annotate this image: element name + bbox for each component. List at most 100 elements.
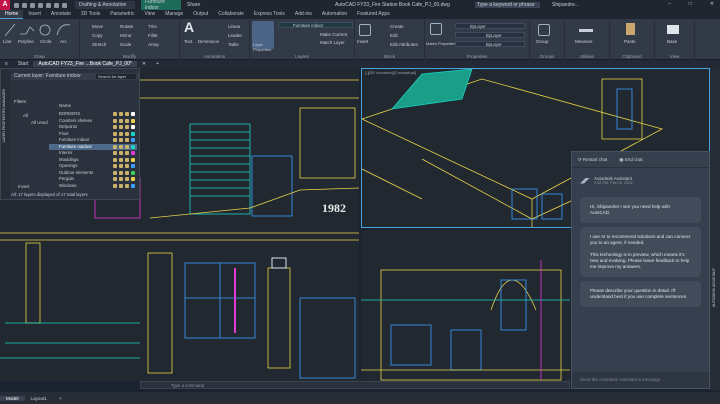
- layer-row[interactable]: Openings: [49, 163, 137, 169]
- open-icon[interactable]: [22, 2, 27, 8]
- measure-icon[interactable]: [579, 29, 593, 32]
- edit-attributes-tool[interactable]: Edit Attributes: [390, 42, 418, 47]
- insert-block-icon[interactable]: [359, 24, 371, 36]
- invert-filter-checkbox[interactable]: Invert: [18, 184, 29, 189]
- undo-icon[interactable]: [54, 2, 59, 8]
- layer-row[interactable]: Windows: [49, 183, 137, 189]
- stretch-tool[interactable]: Stretch: [92, 42, 106, 47]
- layers-panel-title[interactable]: Layers: [250, 54, 354, 59]
- circle-tool[interactable]: Circle: [40, 39, 52, 44]
- layer-row[interactable]: Defpoints: [49, 124, 137, 130]
- layer-state-icons[interactable]: [113, 177, 135, 181]
- model-tab[interactable]: Model: [0, 395, 25, 401]
- group-tool[interactable]: Group: [536, 39, 549, 44]
- ribbon-tab-3d-tools[interactable]: 3D Tools: [76, 10, 105, 19]
- layer-state-icons[interactable]: [113, 164, 135, 168]
- menu-icon[interactable]: ≡: [0, 61, 13, 67]
- view-panel-title[interactable]: View: [655, 54, 694, 59]
- draw-tools-icons[interactable]: [0, 19, 80, 49]
- layer-row[interactable]: Outdoor elements: [49, 170, 137, 176]
- ribbon-tab-automation[interactable]: Automation: [317, 10, 352, 19]
- start-tab[interactable]: Start: [13, 61, 34, 67]
- match-properties-icon[interactable]: [430, 23, 442, 35]
- modify-panel-title[interactable]: Modify: [80, 54, 179, 59]
- ribbon-tab-home[interactable]: Home: [0, 10, 24, 19]
- drawing-tab[interactable]: AutoCAD FY23_Fire ...Book Cafe_PJ_00*: [33, 61, 137, 67]
- user-account[interactable]: Shipandre...: [552, 2, 579, 8]
- save-icon[interactable]: [30, 2, 35, 8]
- save-as-icon[interactable]: [38, 2, 43, 8]
- close-icon[interactable]: ✕: [710, 1, 714, 7]
- linear-tool[interactable]: Linear: [228, 24, 241, 29]
- clipboard-panel-title[interactable]: Clipboard: [610, 54, 654, 59]
- ribbon-tab-add-ins[interactable]: Add-ins: [290, 10, 317, 19]
- layer-state-icons[interactable]: [113, 183, 135, 188]
- text-tool[interactable]: Text: [184, 39, 192, 44]
- share-button[interactable]: Share: [187, 2, 200, 8]
- autocad-logo[interactable]: A: [0, 0, 10, 10]
- dimension-tool[interactable]: Dimension: [198, 39, 219, 44]
- layout1-tab[interactable]: Layout1: [25, 396, 53, 401]
- layer-row[interactable]: Mouldings: [49, 157, 137, 163]
- polyline-tool[interactable]: Polyline: [18, 39, 34, 44]
- table-tool[interactable]: Table: [228, 42, 239, 47]
- measure-tool[interactable]: Measure: [575, 39, 593, 44]
- mirror-tool[interactable]: Mirror: [120, 33, 132, 38]
- lineweight-dropdown[interactable]: ByLayer: [455, 41, 525, 47]
- command-line-input[interactable]: Type a command: [140, 381, 570, 389]
- ribbon-tab-annotate[interactable]: Annotate: [46, 10, 76, 19]
- fillet-tool[interactable]: Fillet: [148, 33, 158, 38]
- match-properties-tool[interactable]: Match Properties: [426, 41, 456, 46]
- ribbon-tab-collaborate[interactable]: Collaborate: [213, 10, 249, 19]
- layer-row[interactable]: Pergola: [49, 176, 137, 182]
- groups-panel-title[interactable]: Groups: [530, 54, 564, 59]
- name-column-header[interactable]: Name: [59, 103, 71, 108]
- layer-row[interactable]: Furniture outdoor: [49, 143, 137, 150]
- ribbon-tab-output[interactable]: Output: [188, 10, 213, 19]
- filter-all[interactable]: All: [23, 113, 28, 118]
- restart-chat-button[interactable]: ⟳ Restart chat: [578, 157, 607, 163]
- match-layer-tool[interactable]: Match Layer: [320, 40, 345, 45]
- layer-state-icons[interactable]: [113, 112, 135, 116]
- end-chat-button[interactable]: ▣ End chat: [619, 157, 642, 163]
- utilities-panel-title[interactable]: Utilities: [565, 54, 609, 59]
- layer-properties-button[interactable]: Layer Properties: [252, 21, 274, 52]
- layer-state-icons[interactable]: [113, 125, 135, 129]
- chat-message-input[interactable]: Send the Autodesk Assistant a message: [572, 372, 709, 388]
- ribbon-tab-manage[interactable]: Manage: [160, 10, 188, 19]
- layer-row[interactable]: Floor: [49, 131, 137, 137]
- viewport-label[interactable]: [-][SE Isometric][Conceptual]: [365, 70, 416, 75]
- trim-tool[interactable]: Trim: [148, 24, 157, 29]
- new-icon[interactable]: [14, 2, 19, 8]
- make-current-tool[interactable]: Make Current: [320, 32, 347, 37]
- filter-all-used[interactable]: All Used: [31, 120, 48, 125]
- base-tool[interactable]: Base: [667, 39, 677, 44]
- ribbon-tab-insert[interactable]: Insert: [23, 10, 46, 19]
- paste-tool[interactable]: Paste: [624, 39, 636, 44]
- assistant-side-label[interactable]: AUTODESK ASSISTANT: [712, 268, 716, 307]
- layer-state-icons[interactable]: [113, 151, 135, 155]
- layer-state-icons[interactable]: [113, 138, 135, 142]
- copy-tool[interactable]: Copy: [92, 33, 103, 38]
- layer-state-icons[interactable]: [113, 131, 135, 136]
- edit-block-tool[interactable]: Edit: [390, 33, 398, 38]
- layer-state-icons[interactable]: [113, 144, 135, 149]
- ribbon-tab-express-tools[interactable]: Express Tools: [249, 10, 290, 19]
- properties-panel-title[interactable]: Properties: [425, 54, 529, 59]
- rotate-tool[interactable]: Rotate: [120, 24, 133, 29]
- move-tool[interactable]: Move: [92, 24, 103, 29]
- redo-icon[interactable]: [62, 2, 67, 8]
- add-layout-button[interactable]: +: [53, 396, 68, 401]
- linetype-dropdown[interactable]: ByLayer: [455, 32, 525, 38]
- base-view-icon[interactable]: [667, 25, 679, 34]
- plot-icon[interactable]: [46, 2, 51, 8]
- block-panel-title[interactable]: Block: [355, 54, 424, 59]
- viewport-perspective[interactable]: [361, 230, 570, 381]
- layer-state-icons[interactable]: [113, 157, 135, 162]
- layer-state-icons[interactable]: [113, 170, 135, 175]
- layer-state-icons[interactable]: [113, 118, 135, 123]
- minimize-icon[interactable]: –: [668, 1, 671, 7]
- create-block-tool[interactable]: Create: [390, 24, 404, 29]
- ribbon-tab-view[interactable]: View: [139, 10, 160, 19]
- layer-row[interactable]: Furniture indoor: [49, 137, 137, 143]
